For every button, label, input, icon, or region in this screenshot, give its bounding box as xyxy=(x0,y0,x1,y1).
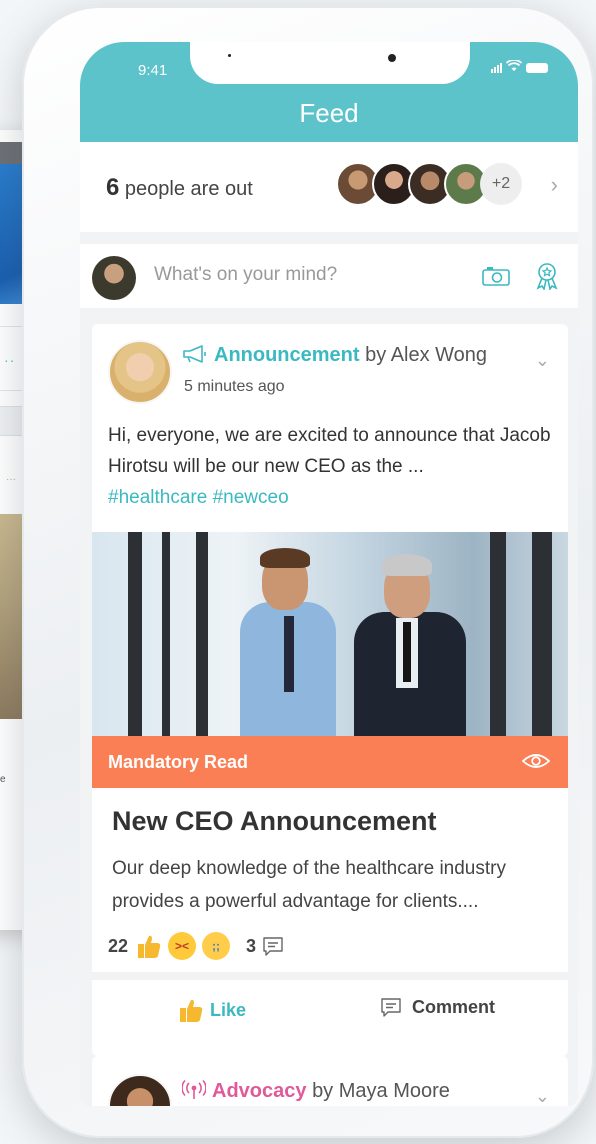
status-time: 9:41 xyxy=(138,62,168,79)
article-title[interactable]: New CEO Announcement xyxy=(112,806,437,837)
avatar[interactable] xyxy=(108,1074,172,1106)
camera-dot xyxy=(388,54,396,62)
mandatory-read-label: Mandatory Read xyxy=(108,752,249,772)
signal-icon xyxy=(491,62,502,73)
post-hashtags[interactable]: #healthcare #newceo xyxy=(108,487,289,508)
speaker-dot xyxy=(228,54,231,57)
thumbs-up-icon xyxy=(180,999,203,1022)
megaphone-icon xyxy=(183,345,206,363)
avatar-stack[interactable]: +2 xyxy=(336,162,522,206)
post-header: Advocacy by Maya Moore xyxy=(182,1080,450,1103)
laugh-emoji-icon: >< xyxy=(168,932,197,960)
background-dots: ·· xyxy=(4,352,16,368)
post-image[interactable] xyxy=(92,532,568,736)
comment-icon xyxy=(263,937,283,956)
post-author: by Maya Moore xyxy=(312,1080,450,1102)
thumbs-up-icon xyxy=(138,935,161,958)
like-label: Like xyxy=(210,999,247,1020)
window-frame xyxy=(490,532,506,736)
comment-icon xyxy=(381,998,401,1017)
background-text: e xyxy=(0,774,6,785)
people-out-card[interactable]: 6 people are out +2 › xyxy=(80,142,578,232)
mandatory-read-bar: Mandatory Read xyxy=(92,736,568,788)
chevron-down-icon[interactable]: ⌄ xyxy=(535,350,550,371)
post-type[interactable]: Announcement xyxy=(214,344,360,366)
chevron-right-icon[interactable]: › xyxy=(551,172,558,198)
window-frame xyxy=(532,532,552,736)
composer[interactable]: What's on your mind? xyxy=(80,244,578,308)
award-icon[interactable] xyxy=(534,262,560,290)
window-frame xyxy=(128,532,142,736)
composer-input[interactable]: What's on your mind? xyxy=(154,264,337,286)
status-icons xyxy=(491,59,548,75)
like-button[interactable]: Like xyxy=(176,996,246,1024)
reaction-count: 22 xyxy=(108,935,129,956)
battery-icon xyxy=(526,62,548,73)
next-post-card: Advocacy by Maya Moore ⌄ xyxy=(92,1056,568,1106)
feed-header: 9:41 Feed xyxy=(80,42,578,142)
post-body: Hi, everyone, we are excited to announce… xyxy=(108,420,558,513)
people-out-text: 6 people are out xyxy=(106,174,253,202)
person-shape xyxy=(403,622,411,682)
reactions-summary[interactable]: 22 >< ;; 3 xyxy=(108,932,284,960)
comment-label: Comment xyxy=(412,996,496,1017)
cry-emoji-icon: ;; xyxy=(202,932,231,960)
avatar xyxy=(92,256,136,300)
phone-screen: 9:41 Feed 6 people are out +2 › What's o… xyxy=(80,42,578,1106)
eye-icon[interactable] xyxy=(522,751,550,771)
chevron-down-icon[interactable]: ⌄ xyxy=(535,1086,550,1106)
avatar-more-count: +2 xyxy=(480,163,522,205)
comment-button[interactable]: Comment xyxy=(380,996,495,1018)
window-frame xyxy=(162,532,170,736)
person-shape xyxy=(260,548,310,568)
people-out-label: people are out xyxy=(124,178,253,200)
article-description: Our deep knowledge of the healthcare ind… xyxy=(112,858,506,912)
antenna-icon xyxy=(182,1080,206,1099)
phone-frame: 9:41 Feed 6 people are out +2 › What's o… xyxy=(22,6,594,1138)
divider xyxy=(92,972,568,980)
person-shape xyxy=(382,554,432,576)
person-shape xyxy=(284,616,294,692)
camera-icon[interactable] xyxy=(482,266,510,286)
post-text: Hi, everyone, we are excited to announce… xyxy=(108,425,551,477)
post-author: by Alex Wong xyxy=(365,344,488,366)
comment-count: 3 xyxy=(246,935,257,956)
post-card: Announcement by Alex Wong 5 minutes ago … xyxy=(92,324,568,1056)
wifi-icon xyxy=(505,59,523,75)
avatar[interactable] xyxy=(108,340,172,404)
people-out-count: 6 xyxy=(106,174,120,201)
post-type[interactable]: Advocacy xyxy=(212,1080,307,1102)
post-header: Announcement by Alex Wong xyxy=(182,344,487,367)
page-title: Feed xyxy=(299,98,359,128)
notch xyxy=(190,42,470,84)
post-timestamp: 5 minutes ago xyxy=(184,378,285,395)
window-frame xyxy=(196,532,208,736)
background-more-icon: ··· xyxy=(6,474,16,485)
